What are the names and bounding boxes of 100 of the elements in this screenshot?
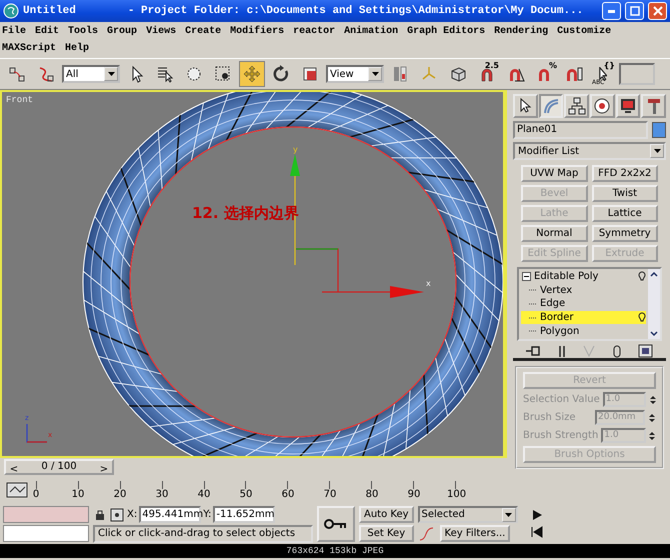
stack-item[interactable]: Border bbox=[521, 310, 646, 324]
modifier-button[interactable]: Twist bbox=[592, 185, 658, 202]
named-selection-field[interactable] bbox=[619, 63, 655, 85]
scroll-up-icon bbox=[648, 269, 660, 279]
link-icon bbox=[8, 65, 26, 83]
gizmo-axis-label: x bbox=[426, 279, 431, 288]
menu-item[interactable]: Group bbox=[107, 23, 138, 40]
field-label: Selection Value bbox=[523, 394, 600, 405]
track-bar[interactable]: 0 10 20 30 40 50 60 70 80 90 100 bbox=[27, 477, 465, 503]
project-folder-path: - Project Folder: c:\Documents and Settings\Administrator\My Docum... bbox=[128, 5, 584, 17]
dropdown-caret-icon bbox=[654, 149, 660, 153]
configure-icon bbox=[638, 344, 654, 358]
frame-tick-label: 0 bbox=[32, 489, 40, 502]
panel-tab[interactable] bbox=[513, 94, 538, 118]
scale-icon bbox=[301, 65, 319, 83]
stack-item-label: Editable Poly bbox=[534, 271, 600, 282]
dotted-circle-icon bbox=[185, 65, 203, 83]
tool-badge-text: {} bbox=[604, 61, 615, 70]
frame-tick-label: 20 bbox=[112, 489, 128, 502]
panel-tab[interactable] bbox=[590, 94, 615, 118]
box-icon bbox=[449, 65, 467, 83]
key-mode-button[interactable] bbox=[317, 506, 355, 542]
key-mode-dropdown[interactable]: Selected bbox=[418, 506, 518, 523]
time-slider[interactable]: < 0 / 100 > bbox=[4, 459, 501, 475]
menu-item[interactable]: reactor bbox=[293, 23, 336, 40]
menu-item[interactable]: Customize bbox=[557, 23, 612, 40]
app-logo-icon bbox=[3, 3, 19, 19]
collapse-icon[interactable] bbox=[522, 272, 531, 282]
make-unique-icon bbox=[582, 344, 596, 358]
y-coordinate-label: Y: bbox=[203, 509, 212, 520]
menu-item[interactable]: Animation bbox=[344, 23, 398, 40]
close-icon bbox=[652, 6, 662, 16]
object-color-swatch[interactable] bbox=[652, 122, 666, 138]
key-icon bbox=[324, 518, 348, 530]
modifier-button[interactable]: UVW Map bbox=[521, 165, 588, 182]
frame-tick-label: 50 bbox=[238, 489, 254, 502]
field-label: Brush Size bbox=[523, 412, 577, 423]
tool-badge-text: % bbox=[548, 61, 557, 70]
auto-key-button[interactable]: Auto Key bbox=[359, 506, 414, 523]
prompt-text: Click or click-and-drag to select objects bbox=[93, 525, 313, 543]
key-filters-button[interactable]: Key Filters... bbox=[440, 525, 510, 542]
scrollbar[interactable] bbox=[648, 269, 660, 339]
minimize-button[interactable] bbox=[602, 2, 621, 20]
time-slider-thumb[interactable]: < 0 / 100 > bbox=[4, 459, 114, 475]
set-key-button[interactable]: Set Key bbox=[359, 525, 414, 542]
previous-frame-button[interactable]: < bbox=[7, 461, 21, 477]
menu-item[interactable]: Edit bbox=[35, 23, 60, 40]
tangent-curve-icon bbox=[418, 526, 436, 542]
stack-item-label: Polygon bbox=[540, 326, 580, 337]
panel-tab[interactable] bbox=[616, 94, 640, 118]
go-to-start-icon bbox=[530, 525, 544, 539]
toolbar-dropdown[interactable]: All bbox=[62, 65, 120, 83]
stack-item[interactable]: Vertex bbox=[521, 284, 646, 298]
hierarchy-icon bbox=[568, 97, 586, 115]
gizmo-axis-label: y bbox=[293, 145, 298, 154]
toolbar-dropdown[interactable]: View bbox=[326, 65, 384, 83]
modifier-button[interactable]: FFD 2x2x2 bbox=[592, 165, 658, 182]
menu-item[interactable]: Tools bbox=[68, 23, 98, 40]
light-bulb-icon bbox=[638, 271, 646, 282]
modifier-list-dropdown[interactable]: Modifier List bbox=[513, 142, 666, 160]
menu-item[interactable]: MAXScript bbox=[2, 40, 56, 57]
mini-curve-editor-icon bbox=[4, 480, 30, 500]
x-coordinate-field[interactable]: 495.441mm bbox=[139, 506, 202, 523]
frame-counter: 0 / 100 bbox=[41, 461, 77, 474]
stack-item[interactable]: Polygon bbox=[521, 324, 646, 338]
stack-item[interactable]: Editable Poly bbox=[521, 270, 646, 284]
rotate-icon bbox=[272, 65, 290, 83]
panel-tab[interactable] bbox=[564, 94, 590, 118]
stack-item-label: Border bbox=[540, 312, 575, 324]
toolbar-button[interactable]: 2.5 bbox=[474, 61, 500, 87]
image-info-caption: 763x624 153kb JPEG bbox=[0, 544, 670, 558]
stack-item[interactable]: Edge bbox=[521, 297, 646, 311]
frame-tick-label: 70 bbox=[322, 489, 338, 502]
menu-item[interactable]: Help bbox=[65, 40, 90, 57]
frame-tick-label: 40 bbox=[196, 489, 212, 502]
menu-item[interactable]: Views bbox=[146, 23, 176, 40]
pin-icon bbox=[524, 344, 541, 358]
menu-item[interactable]: Create bbox=[185, 23, 222, 40]
maxscript-output-field[interactable] bbox=[3, 525, 89, 542]
unlink-icon bbox=[37, 65, 55, 83]
next-frame-button[interactable]: > bbox=[97, 461, 111, 477]
modifier-button[interactable]: Lattice bbox=[592, 205, 658, 222]
object-name-field[interactable]: Plane01 bbox=[513, 121, 648, 139]
light-bulb-icon bbox=[638, 312, 646, 324]
maxscript-listener-field[interactable] bbox=[3, 506, 89, 523]
dropdown-caret-icon bbox=[372, 72, 378, 76]
menu-item[interactable]: Graph Editors bbox=[407, 23, 486, 40]
maximize-button[interactable] bbox=[625, 2, 644, 20]
menu-item[interactable]: Rendering bbox=[494, 23, 548, 40]
modifier-button[interactable]: Symmetry bbox=[592, 225, 658, 242]
pivot-icon bbox=[391, 65, 409, 83]
menu-item[interactable]: Modifiers bbox=[230, 23, 284, 40]
close-button[interactable] bbox=[648, 2, 667, 20]
spinner-arrows-icon bbox=[650, 394, 656, 404]
stack-item-label: Edge bbox=[540, 298, 566, 310]
window-title: Untitled bbox=[23, 5, 76, 17]
y-coordinate-field[interactable]: -11.652mm bbox=[213, 506, 276, 523]
menu-item[interactable]: File bbox=[2, 23, 26, 40]
toolbar-button[interactable]: % bbox=[532, 61, 558, 87]
modifier-button[interactable]: Normal bbox=[521, 225, 588, 242]
